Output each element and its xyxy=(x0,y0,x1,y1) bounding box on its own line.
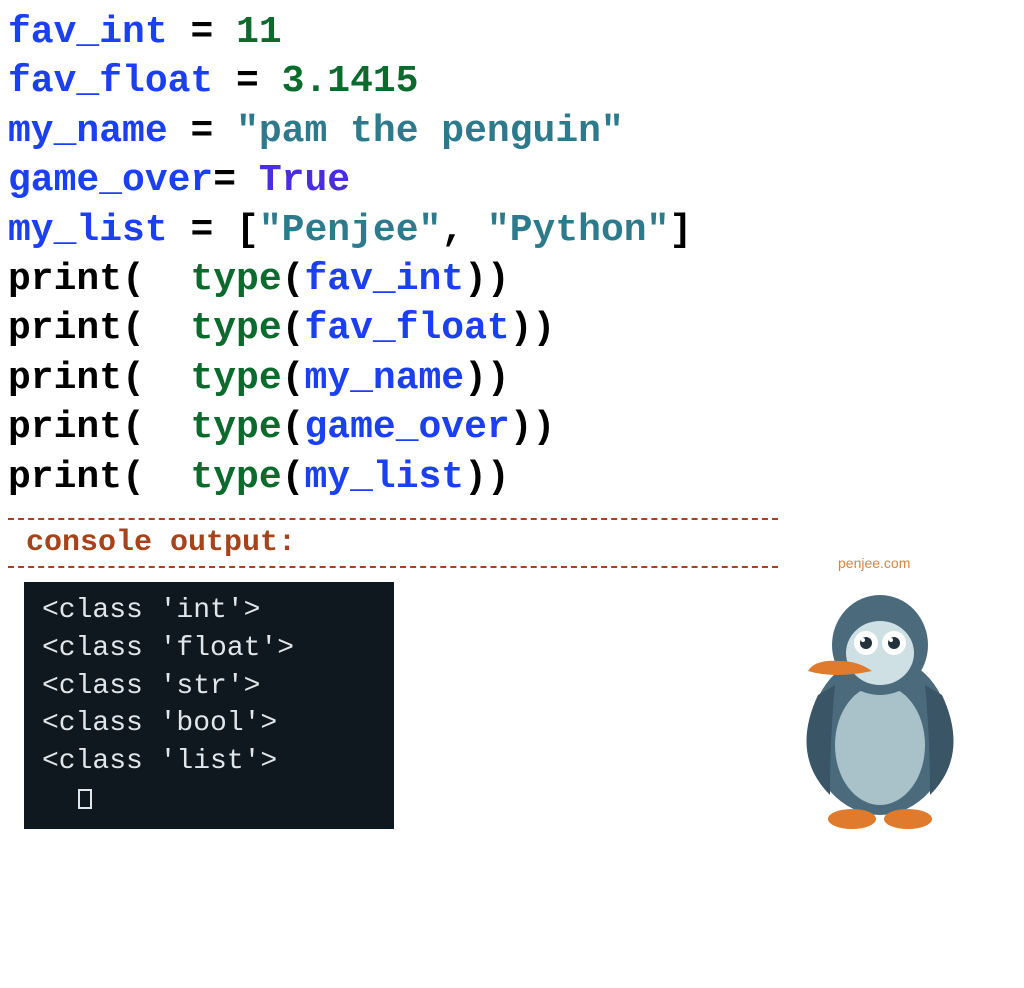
code-line-7: print( type(fav_float)) xyxy=(8,304,1016,353)
fn-print: print xyxy=(8,258,122,301)
fn-print: print xyxy=(8,406,122,449)
console-line-1: <class 'int'> xyxy=(42,592,372,630)
fn-type: type xyxy=(190,307,281,350)
fn-type: type xyxy=(190,357,281,400)
paren-open: ( xyxy=(122,258,190,301)
code-line-2: fav_float = 3.1415 xyxy=(8,57,1016,106)
literal-bool-true: True xyxy=(259,159,350,202)
assign-op: = xyxy=(213,159,259,202)
console-divider: console output: xyxy=(8,518,778,568)
assign-op: = xyxy=(168,209,236,252)
paren-open: ( xyxy=(122,357,190,400)
literal-float-pi: 3.1415 xyxy=(282,60,419,103)
arg-fav-float: fav_float xyxy=(304,307,509,350)
code-line-9: print( type(game_over)) xyxy=(8,403,1016,452)
fn-print: print xyxy=(8,456,122,499)
console-output-box: <class 'int'> <class 'float'> <class 'st… xyxy=(24,582,394,829)
console-line-3: <class 'str'> xyxy=(42,668,372,706)
paren-open-inner: ( xyxy=(282,456,305,499)
bracket-open: [ xyxy=(236,209,259,252)
console-line-5: <class 'list'> xyxy=(42,743,372,781)
bracket-close: ] xyxy=(669,209,692,252)
fn-type: type xyxy=(190,406,281,449)
paren-open-inner: ( xyxy=(282,258,305,301)
code-line-1: fav_int = 11 xyxy=(8,8,1016,57)
code-block: fav_int = 11 fav_float = 3.1415 my_name … xyxy=(8,8,1016,502)
paren-open-inner: ( xyxy=(282,357,305,400)
paren-close-both: )) xyxy=(464,258,510,301)
fn-print: print xyxy=(8,307,122,350)
paren-open: ( xyxy=(122,307,190,350)
assign-op: = xyxy=(168,110,236,153)
console-line-2: <class 'float'> xyxy=(42,630,372,668)
arg-my-list: my_list xyxy=(304,456,464,499)
literal-string-name: "pam the penguin" xyxy=(236,110,624,153)
dashed-divider-bottom xyxy=(8,566,778,568)
code-line-6: print( type(fav_int)) xyxy=(8,255,1016,304)
arg-fav-int: fav_int xyxy=(304,258,464,301)
var-my-name: my_name xyxy=(8,110,168,153)
code-line-8: print( type(my_name)) xyxy=(8,354,1016,403)
console-cursor xyxy=(42,781,372,819)
arg-my-name: my_name xyxy=(304,357,464,400)
code-line-5: my_list = ["Penjee", "Python"] xyxy=(8,206,1016,255)
var-my-list: my_list xyxy=(8,209,168,252)
branding-caption: penjee.com xyxy=(838,555,910,571)
console-output-label: console output: xyxy=(8,520,778,566)
var-fav-float: fav_float xyxy=(8,60,213,103)
comma: , xyxy=(441,209,487,252)
literal-string-penjee: "Penjee" xyxy=(259,209,441,252)
paren-open: ( xyxy=(122,456,190,499)
var-fav-int: fav_int xyxy=(8,11,168,54)
assign-op: = xyxy=(213,60,281,103)
code-line-4: game_over= True xyxy=(8,156,1016,205)
var-game-over: game_over xyxy=(8,159,213,202)
literal-string-python: "Python" xyxy=(487,209,669,252)
paren-close-both: )) xyxy=(464,456,510,499)
paren-close-both: )) xyxy=(510,307,556,350)
literal-int-11: 11 xyxy=(236,11,282,54)
code-line-3: my_name = "pam the penguin" xyxy=(8,107,1016,156)
arg-game-over: game_over xyxy=(304,406,509,449)
assign-op: = xyxy=(168,11,236,54)
paren-open: ( xyxy=(122,406,190,449)
paren-open-inner: ( xyxy=(282,307,305,350)
paren-open-inner: ( xyxy=(282,406,305,449)
fn-print: print xyxy=(8,357,122,400)
code-line-10: print( type(my_list)) xyxy=(8,453,1016,502)
paren-close-both: )) xyxy=(510,406,556,449)
console-line-4: <class 'bool'> xyxy=(42,705,372,743)
penguin-icon xyxy=(780,575,980,835)
fn-type: type xyxy=(190,258,281,301)
fn-type: type xyxy=(190,456,281,499)
paren-close-both: )) xyxy=(464,357,510,400)
